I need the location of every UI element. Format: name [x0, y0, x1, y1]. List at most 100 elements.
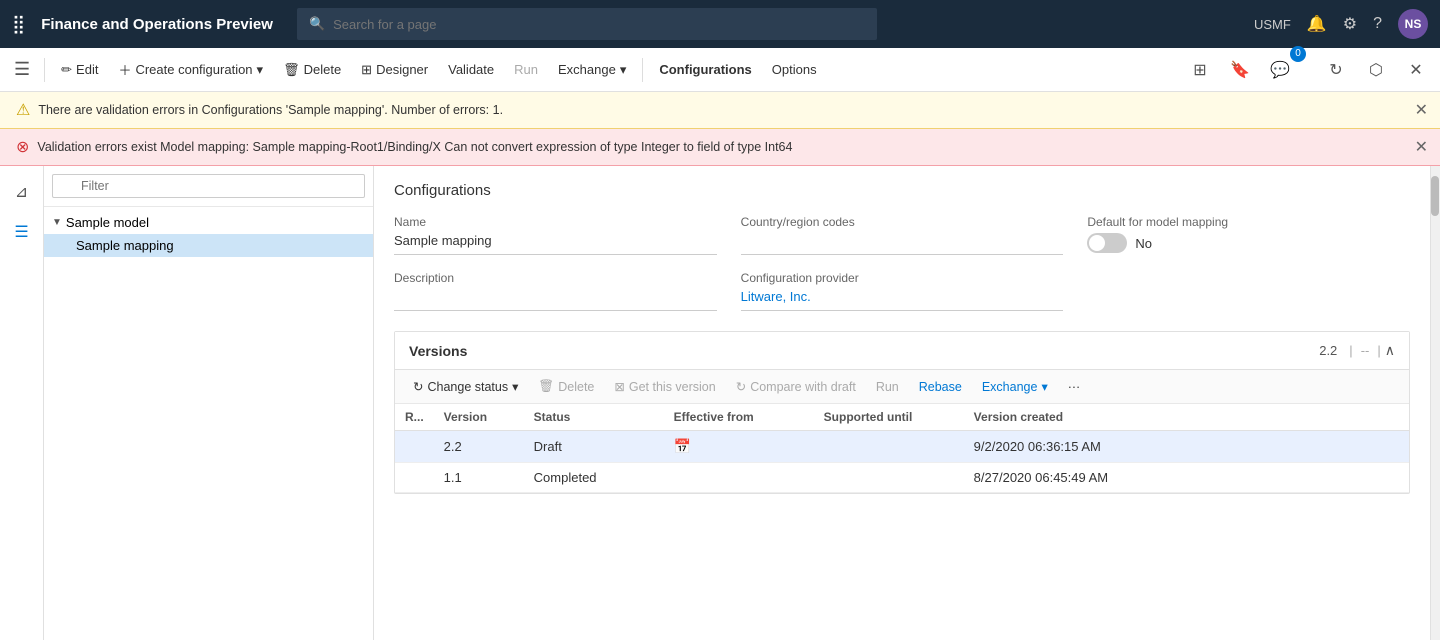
default-label: Default for model mapping	[1087, 215, 1410, 229]
filter-icon[interactable]: ⊿	[4, 174, 40, 210]
avatar[interactable]: NS	[1398, 9, 1428, 39]
grid-icon[interactable]: ⣿	[12, 14, 25, 35]
toggle-knob	[1089, 235, 1105, 251]
cell-supported	[814, 463, 964, 493]
versions-title: Versions	[409, 343, 1319, 359]
cell-version: 1.1	[434, 463, 524, 493]
tree-item-label: Sample model	[66, 215, 149, 230]
cell-status: Draft	[524, 431, 664, 463]
compare-with-draft-button[interactable]: ↻ Compare with draft	[728, 376, 864, 397]
get-this-version-button[interactable]: ⊠ Get this version	[606, 376, 723, 397]
notification-badge: 0	[1290, 46, 1306, 62]
filter-input[interactable]	[52, 174, 365, 198]
warning-close-button[interactable]: ✕	[1415, 100, 1428, 120]
col-r-header: R...	[395, 404, 434, 431]
versions-delete-button[interactable]: 🗑 Delete	[530, 376, 602, 397]
description-value	[394, 289, 717, 311]
versions-separator: |	[1349, 343, 1352, 358]
name-field: Name Sample mapping	[394, 215, 717, 255]
versions-table-head: R... Version Status Effective from Suppo…	[395, 404, 1409, 431]
change-status-icon: ↻	[413, 379, 423, 394]
toolbar-right-actions: ⊞ 🔖 💬 0 ↻ ⬡ ✕	[1184, 54, 1432, 86]
main-toolbar: ☰ ✏ Edit ＋ Create configuration ▾ 🗑 Dele…	[0, 48, 1440, 92]
error-close-button[interactable]: ✕	[1415, 137, 1428, 157]
scrollbar-track[interactable]	[1430, 166, 1440, 640]
expand-icon[interactable]: ⬡	[1360, 54, 1392, 86]
exchange-chevron-icon: ▾	[620, 62, 627, 78]
edit-icon: ✏	[61, 62, 72, 78]
main-layout: ⊿ ☰ 🔍 ▼ Sample model Sample mapping Conf…	[0, 166, 1440, 640]
name-label: Name	[394, 215, 717, 229]
create-configuration-button[interactable]: ＋ Create configuration ▾	[110, 56, 271, 83]
warning-banner: ⚠ There are validation errors in Configu…	[0, 92, 1440, 129]
delete-button[interactable]: 🗑 Delete	[275, 58, 349, 82]
col-effective-header: Effective from	[664, 404, 814, 431]
hamburger-icon[interactable]: ☰	[8, 55, 36, 84]
validate-button[interactable]: Validate	[440, 58, 502, 81]
versions-sep2: |	[1377, 343, 1380, 358]
tree-filter-area: 🔍	[44, 166, 373, 207]
bookmark-icon[interactable]: 🔖	[1224, 54, 1256, 86]
close-icon[interactable]: ✕	[1400, 54, 1432, 86]
table-row[interactable]: 1.1 Completed 8/27/2020 06:45:49 AM	[395, 463, 1409, 493]
designer-icon: ⊞	[361, 62, 372, 78]
error-banner: ⊗ Validation errors exist Model mapping:…	[0, 129, 1440, 166]
designer-button[interactable]: ⊞ Designer	[353, 58, 436, 82]
search-input[interactable]	[333, 17, 865, 32]
change-status-chevron: ▾	[512, 379, 518, 394]
versions-section: Versions 2.2 | -- | ∧ ↻ Change status ▾ …	[394, 331, 1410, 494]
versions-more-button[interactable]: ···	[1060, 377, 1089, 397]
settings-icon[interactable]: ⚙	[1343, 14, 1357, 34]
chevron-down-icon: ▾	[257, 62, 264, 78]
delete-icon: 🗑	[283, 62, 300, 78]
refresh-icon[interactable]: ↻	[1320, 54, 1352, 86]
options-button[interactable]: Options	[764, 58, 825, 81]
default-toggle[interactable]	[1087, 233, 1127, 253]
plus-icon: ＋	[118, 60, 131, 79]
top-navigation: ⣿ Finance and Operations Preview 🔍 USMF …	[0, 0, 1440, 48]
run-button[interactable]: Run	[506, 58, 546, 81]
edit-button[interactable]: ✏ Edit	[53, 58, 106, 82]
versions-header: Versions 2.2 | -- | ∧	[395, 332, 1409, 370]
tree-item-child-label: Sample mapping	[76, 238, 174, 253]
versions-delete-icon: 🗑	[538, 379, 554, 394]
warning-icon: ⚠	[16, 100, 30, 120]
content-panel: Configurations Name Sample mapping Count…	[374, 166, 1430, 640]
search-bar[interactable]: 🔍	[297, 8, 877, 40]
tree-panel: 🔍 ▼ Sample model Sample mapping	[44, 166, 374, 640]
separator-1	[44, 58, 45, 82]
country-field: Country/region codes	[741, 215, 1064, 255]
usmf-label: USMF	[1254, 17, 1291, 32]
versions-exchange-button[interactable]: Exchange ▾	[974, 376, 1056, 397]
configurations-form: Name Sample mapping Country/region codes…	[394, 215, 1410, 311]
change-status-button[interactable]: ↻ Change status ▾	[405, 376, 526, 397]
versions-toolbar: ↻ Change status ▾ 🗑 Delete ⊠ Get this ve…	[395, 370, 1409, 404]
error-icon: ⊗	[16, 137, 29, 157]
tree-item-sample-model[interactable]: ▼ Sample model	[44, 211, 373, 234]
scrollbar-thumb[interactable]	[1431, 176, 1439, 216]
col-version-header: Version	[434, 404, 524, 431]
provider-value[interactable]: Litware, Inc.	[741, 289, 1064, 311]
pin-icon[interactable]: ⊞	[1184, 54, 1216, 86]
country-value	[741, 233, 1064, 255]
versions-run-button[interactable]: Run	[868, 377, 907, 397]
versions-collapse-icon[interactable]: ∧	[1385, 342, 1395, 359]
cell-supported	[814, 431, 964, 463]
separator-2	[642, 58, 643, 82]
cell-effective	[664, 463, 814, 493]
configurations-button[interactable]: Configurations	[651, 58, 759, 81]
tree-item-sample-mapping[interactable]: Sample mapping	[44, 234, 373, 257]
col-created-header: Version created	[964, 404, 1409, 431]
get-version-icon: ⊠	[614, 379, 624, 394]
versions-table: R... Version Status Effective from Suppo…	[395, 404, 1409, 493]
table-row[interactable]: 2.2 Draft 📅 9/2/2020 06:36:15 AM	[395, 431, 1409, 463]
description-label: Description	[394, 271, 717, 285]
help-icon[interactable]: ?	[1373, 15, 1382, 33]
provider-label: Configuration provider	[741, 271, 1064, 285]
cell-version: 2.2	[434, 431, 524, 463]
rebase-button[interactable]: Rebase	[911, 377, 970, 397]
exchange-button[interactable]: Exchange ▾	[550, 58, 634, 82]
list-icon[interactable]: ☰	[4, 214, 40, 250]
bell-icon[interactable]: 🔔	[1307, 14, 1327, 34]
toggle-wrap: No	[1087, 233, 1410, 253]
